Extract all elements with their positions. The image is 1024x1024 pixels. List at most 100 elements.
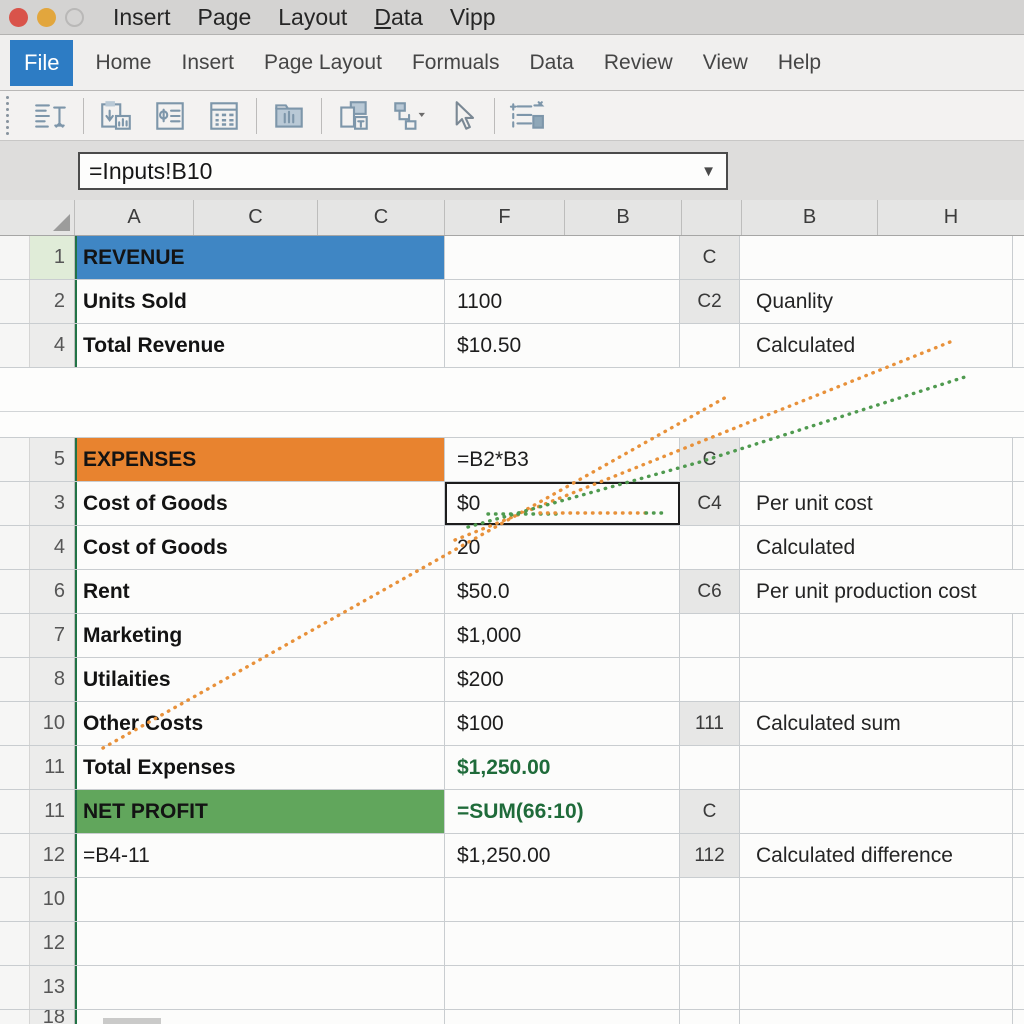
cell-label[interactable]: =B4-11 <box>75 834 445 877</box>
menu-item-data[interactable]: Data <box>374 4 423 31</box>
cell-tag[interactable]: C <box>680 438 740 481</box>
cell-label[interactable]: REVENUE <box>75 236 445 279</box>
cell-value[interactable] <box>445 878 680 921</box>
row-header-4[interactable]: 4 <box>30 526 75 569</box>
column-header-blank[interactable] <box>682 200 742 235</box>
column-header-F[interactable]: F <box>445 200 565 235</box>
cell-note[interactable]: Calculated difference <box>740 834 1013 877</box>
menu-item-layout[interactable]: Layout <box>278 4 347 31</box>
cell-h-column[interactable] <box>1013 236 1024 279</box>
row-header-7[interactable]: 7 <box>30 614 75 657</box>
row-header-5[interactable]: 5 <box>30 438 75 481</box>
tab-formuals[interactable]: Formuals <box>412 51 500 75</box>
cell-h-column[interactable] <box>1013 280 1024 323</box>
row-header-10[interactable]: 10 <box>30 878 75 921</box>
cell-tag[interactable]: C2 <box>680 280 740 323</box>
cell-label[interactable]: Utilaities <box>75 658 445 701</box>
cell-tag[interactable]: C6 <box>680 570 740 613</box>
cell-label[interactable]: Marketing <box>75 614 445 657</box>
cell-value[interactable]: $1,000 <box>445 614 680 657</box>
row-header-12[interactable]: 12 <box>30 922 75 965</box>
cell-tag[interactable] <box>680 658 740 701</box>
cell-h-column[interactable] <box>1013 324 1024 367</box>
cell-value[interactable]: =B2*B3 <box>445 438 680 481</box>
cell-value[interactable]: $200 <box>445 658 680 701</box>
cell-note[interactable] <box>740 1010 1013 1024</box>
cell-h-column[interactable] <box>1013 878 1024 921</box>
column-header-B[interactable]: B <box>565 200 682 235</box>
cell-h-column[interactable] <box>1013 790 1024 833</box>
table-numbers-icon[interactable] <box>204 97 244 135</box>
sort-format-icon[interactable] <box>31 97 71 135</box>
cell-tag[interactable] <box>680 526 740 569</box>
cell-value[interactable]: $1,250.00 <box>445 834 680 877</box>
cell-label[interactable] <box>75 922 445 965</box>
cell-label[interactable]: NET PROFIT <box>75 790 445 833</box>
cell-note[interactable] <box>740 438 1013 481</box>
tab-insert[interactable]: Insert <box>181 51 234 75</box>
cell-value[interactable]: =SUM(66:10) <box>445 790 680 833</box>
tab-data[interactable]: Data <box>529 51 573 75</box>
cell-value[interactable]: $100 <box>445 702 680 745</box>
tab-file[interactable]: File <box>10 39 74 86</box>
cell-tag[interactable] <box>680 878 740 921</box>
tab-help[interactable]: Help <box>778 51 821 75</box>
cell-tag[interactable]: C4 <box>680 482 740 525</box>
menu-item-page[interactable]: Page <box>198 4 252 31</box>
cell-label[interactable]: Cost of Goods <box>75 526 445 569</box>
menu-item-insert[interactable]: Insert <box>113 4 171 31</box>
tab-view[interactable]: View <box>703 51 748 75</box>
column-header-C[interactable]: C <box>194 200 318 235</box>
cell-h-column[interactable] <box>1013 438 1024 481</box>
cell-label[interactable] <box>75 966 445 1009</box>
menu-item-vipp[interactable]: Vipp <box>450 4 496 31</box>
cell-note[interactable] <box>740 236 1013 279</box>
cell-h-column[interactable] <box>1013 526 1024 569</box>
cell-h-column[interactable] <box>1013 834 1024 877</box>
cell-tag[interactable] <box>680 922 740 965</box>
cell-note[interactable] <box>740 614 1013 657</box>
flow-dropdown-icon[interactable] <box>388 97 428 135</box>
row-header-11[interactable]: 11 <box>30 790 75 833</box>
cell-tag[interactable] <box>680 746 740 789</box>
toolbar-grip-icon[interactable] <box>6 96 9 135</box>
cell-label[interactable] <box>75 878 445 921</box>
cell-note[interactable]: Calculated sum <box>740 702 1013 745</box>
copy-sheets-icon[interactable] <box>334 97 374 135</box>
cell-h-column[interactable] <box>1013 658 1024 701</box>
cell-value-selected[interactable]: $0 <box>445 482 680 525</box>
cell-h-column[interactable] <box>1013 614 1024 657</box>
select-all-corner[interactable] <box>0 200 75 235</box>
row-header-11[interactable]: 11 <box>30 746 75 789</box>
cell-value[interactable]: $10.50 <box>445 324 680 367</box>
list-adjust-icon[interactable] <box>507 97 547 135</box>
row-header-12[interactable]: 12 <box>30 834 75 877</box>
cell-tag[interactable]: 112 <box>680 834 740 877</box>
cell-note[interactable] <box>740 878 1013 921</box>
cell-value[interactable] <box>445 966 680 1009</box>
cell-note[interactable]: Quanlity <box>740 280 1013 323</box>
cell-note[interactable]: Calculated <box>740 526 1013 569</box>
row-header-3[interactable]: 3 <box>30 482 75 525</box>
cell-label[interactable]: Cost of Goods <box>75 482 445 525</box>
cell-h-column[interactable] <box>1013 746 1024 789</box>
cell-value[interactable] <box>445 1010 680 1024</box>
formula-input[interactable]: =Inputs!B10 ▼ <box>78 152 728 190</box>
cell-label[interactable]: Other Costs <box>75 702 445 745</box>
cell-note[interactable] <box>740 790 1013 833</box>
cell-tag[interactable] <box>680 1010 740 1024</box>
paste-chart-icon[interactable] <box>96 97 136 135</box>
row-header-2[interactable]: 2 <box>30 280 75 323</box>
cell-value[interactable] <box>445 922 680 965</box>
cell-value[interactable]: 1100 <box>445 280 680 323</box>
cell-tag[interactable] <box>680 324 740 367</box>
row-header-6[interactable]: 6 <box>30 570 75 613</box>
cell-label[interactable]: Units Sold <box>75 280 445 323</box>
cell-tag[interactable]: C <box>680 236 740 279</box>
cell-label[interactable]: Total Expenses <box>75 746 445 789</box>
formula-dropdown-icon[interactable]: ▼ <box>701 163 716 180</box>
tab-home[interactable]: Home <box>95 51 151 75</box>
row-header-13[interactable]: 13 <box>30 966 75 1009</box>
cell-label[interactable]: EXPENSES <box>75 438 445 481</box>
cell-note[interactable]: Per unit cost <box>740 482 1013 525</box>
